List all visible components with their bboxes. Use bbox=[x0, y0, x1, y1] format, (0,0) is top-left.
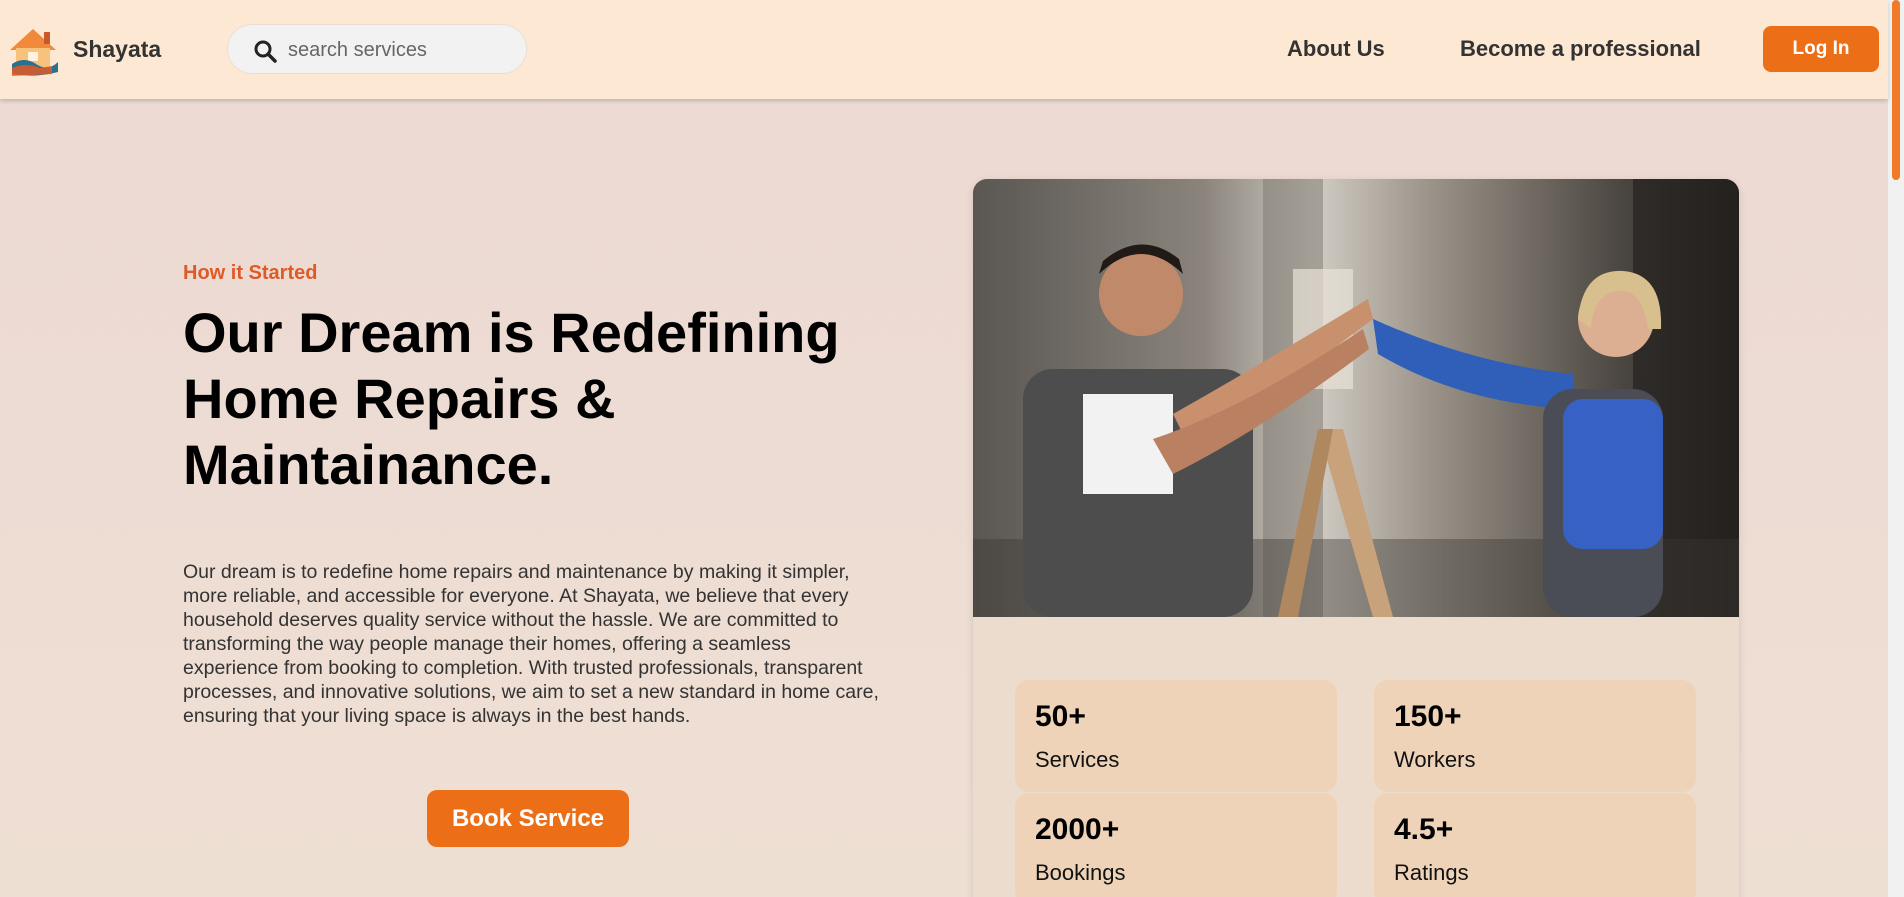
stat-services: 50+ Services bbox=[1015, 680, 1337, 792]
search-icon[interactable] bbox=[253, 39, 277, 63]
hero-description: Our dream is to redefine home repairs an… bbox=[183, 561, 879, 727]
scrollbar-thumb[interactable] bbox=[1892, 0, 1900, 180]
section-eyebrow: How it Started bbox=[183, 262, 318, 284]
stat-ratings: 4.5+ Ratings bbox=[1374, 793, 1696, 897]
stat-value: 150+ bbox=[1394, 700, 1462, 733]
stat-value: 50+ bbox=[1035, 700, 1086, 733]
hero-headline: Our Dream is Redefining Home Repairs & M… bbox=[183, 301, 840, 496]
shayata-logo-icon[interactable] bbox=[6, 24, 60, 78]
login-button[interactable]: Log In bbox=[1763, 26, 1879, 72]
page-scrollbar[interactable] bbox=[1888, 0, 1904, 897]
book-service-button[interactable]: Book Service bbox=[427, 790, 629, 847]
search-bar bbox=[227, 24, 527, 74]
stat-label: Services bbox=[1035, 747, 1120, 772]
about-card: 50+ Services 150+ Workers 2000+ Bookings… bbox=[973, 179, 1739, 897]
stat-bookings: 2000+ Bookings bbox=[1015, 793, 1337, 897]
top-navbar: Shayata About Us Become a professional L… bbox=[0, 0, 1888, 99]
stat-workers: 150+ Workers bbox=[1374, 680, 1696, 792]
nav-become-professional-link[interactable]: Become a professional bbox=[1460, 36, 1701, 62]
stat-label: Workers bbox=[1394, 747, 1476, 772]
stat-value: 4.5+ bbox=[1394, 813, 1454, 846]
stat-label: Ratings bbox=[1394, 860, 1469, 885]
search-input[interactable] bbox=[288, 35, 508, 65]
brand-name[interactable]: Shayata bbox=[73, 36, 161, 63]
nav-about-us-link[interactable]: About Us bbox=[1287, 36, 1385, 62]
stat-value: 2000+ bbox=[1035, 813, 1120, 846]
workers-high-five-photo bbox=[973, 179, 1739, 617]
stat-label: Bookings bbox=[1035, 860, 1126, 885]
